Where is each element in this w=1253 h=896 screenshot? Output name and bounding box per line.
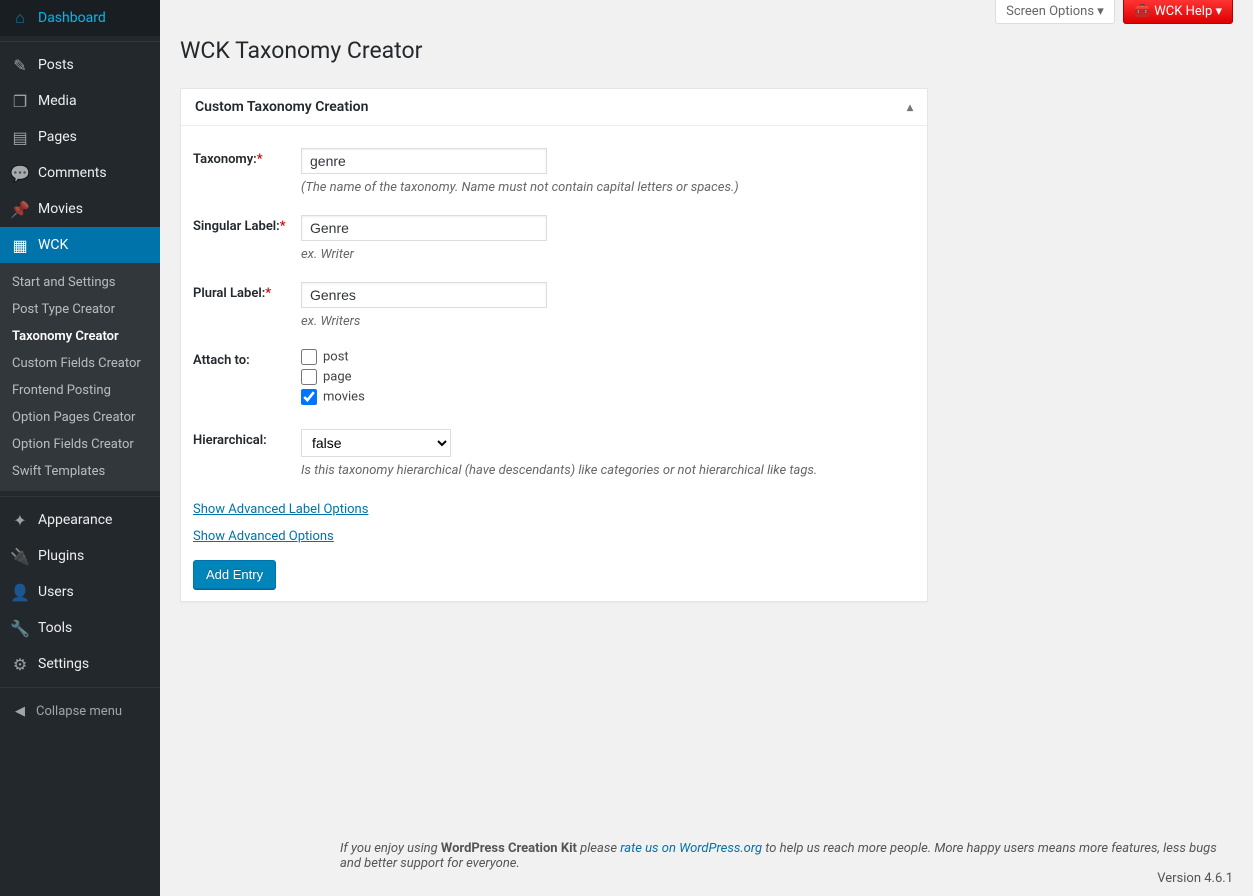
hierarchical-select[interactable]: false [301, 429, 451, 457]
plural-label-input[interactable] [301, 282, 547, 308]
sidebar-item-pages[interactable]: ▤ Pages [0, 119, 160, 155]
panel-toggle-icon[interactable]: ▴ [907, 100, 913, 114]
appearance-icon: ✦ [10, 510, 30, 530]
singular-label-label: Singular Label:* [193, 215, 301, 262]
admin-sidebar: ⌂ Dashboard ✎ Posts ❐ Media ▤ Pages 💬 Co… [0, 0, 160, 896]
plugins-icon: 🔌 [10, 546, 30, 566]
top-bar: Screen Options ▾ 🧰 WCK Help ▾ [160, 0, 1253, 28]
footer-product: WordPress Creation Kit [441, 841, 577, 856]
pages-icon: ▤ [10, 127, 30, 147]
settings-icon: ⚙ [10, 654, 30, 674]
sidebar-item-tools[interactable]: 🔧 Tools [0, 610, 160, 646]
sidebar-item-label: Users [38, 584, 74, 600]
pin-icon: 📌 [10, 199, 30, 219]
main-content: Screen Options ▾ 🧰 WCK Help ▾ WCK Taxono… [160, 0, 1253, 896]
panel-header[interactable]: Custom Taxonomy Creation ▴ [181, 89, 927, 126]
help-icon: 🧰 [1134, 4, 1150, 19]
page-title: WCK Taxonomy Creator [160, 28, 1253, 68]
submenu-swift-templates[interactable]: Swift Templates [0, 458, 160, 485]
taxonomy-label: Taxonomy:* [193, 148, 301, 195]
submenu-start-settings[interactable]: Start and Settings [0, 269, 160, 296]
show-advanced-label-options-link[interactable]: Show Advanced Label Options [193, 502, 368, 517]
media-icon: ❐ [10, 91, 30, 111]
attach-checkbox-page[interactable] [301, 369, 317, 385]
sidebar-item-movies[interactable]: 📌 Movies [0, 191, 160, 227]
taxonomy-input[interactable] [301, 148, 547, 174]
attach-to-label: Attach to: [193, 349, 301, 409]
hierarchical-label: Hierarchical: [193, 429, 301, 478]
submenu-post-type-creator[interactable]: Post Type Creator [0, 296, 160, 323]
singular-description: ex. Writer [301, 247, 915, 262]
posts-icon: ✎ [10, 55, 30, 75]
sidebar-item-wck[interactable]: ▦ WCK [0, 227, 160, 263]
users-icon: 👤 [10, 582, 30, 602]
singular-label-input[interactable] [301, 215, 547, 241]
panel-title: Custom Taxonomy Creation [195, 99, 368, 115]
hierarchical-description: Is this taxonomy hierarchical (have desc… [301, 463, 915, 478]
wck-icon: ▦ [10, 235, 30, 255]
footer-rate-link[interactable]: rate us on WordPress.org [620, 841, 762, 856]
wck-help-button[interactable]: 🧰 WCK Help ▾ [1123, 0, 1233, 24]
submenu-option-pages-creator[interactable]: Option Pages Creator [0, 404, 160, 431]
footer-prefix: If you enjoy using [340, 841, 441, 856]
sidebar-item-users[interactable]: 👤 Users [0, 574, 160, 610]
sidebar-item-settings[interactable]: ⚙ Settings [0, 646, 160, 682]
attach-checkbox-movies[interactable] [301, 389, 317, 405]
plural-label-label: Plural Label:* [193, 282, 301, 329]
custom-taxonomy-panel: Custom Taxonomy Creation ▴ Taxonomy:* (T… [180, 88, 928, 602]
sidebar-item-label: Movies [38, 201, 83, 217]
sidebar-item-label: Plugins [38, 548, 84, 564]
submenu-custom-fields-creator[interactable]: Custom Fields Creator [0, 350, 160, 377]
sidebar-item-media[interactable]: ❐ Media [0, 83, 160, 119]
taxonomy-description: (The name of the taxonomy. Name must not… [301, 180, 915, 195]
attach-option-movies[interactable]: movies [301, 389, 915, 405]
wck-submenu: Start and Settings Post Type Creator Tax… [0, 263, 160, 491]
collapse-icon: ◀ [10, 701, 30, 721]
plural-description: ex. Writers [301, 314, 915, 329]
footer: If you enjoy using WordPress Creation Ki… [340, 841, 1233, 886]
tools-icon: 🔧 [10, 618, 30, 638]
sidebar-item-label: Appearance [38, 512, 112, 528]
footer-mid: please [577, 841, 620, 856]
sidebar-item-comments[interactable]: 💬 Comments [0, 155, 160, 191]
sidebar-item-label: Dashboard [38, 10, 106, 26]
attach-option-post[interactable]: post [301, 349, 915, 365]
sidebar-item-label: Posts [38, 57, 74, 73]
sidebar-item-label: Media [38, 93, 77, 109]
sidebar-item-appearance[interactable]: ✦ Appearance [0, 502, 160, 538]
sidebar-item-label: Comments [38, 165, 107, 181]
sidebar-item-label: WCK [38, 237, 68, 253]
submenu-frontend-posting[interactable]: Frontend Posting [0, 377, 160, 404]
attach-option-page[interactable]: page [301, 369, 915, 385]
submenu-option-fields-creator[interactable]: Option Fields Creator [0, 431, 160, 458]
help-label: WCK Help ▾ [1154, 4, 1222, 19]
sidebar-item-label: Tools [38, 620, 72, 636]
sidebar-item-posts[interactable]: ✎ Posts [0, 47, 160, 83]
footer-version: Version 4.6.1 [1157, 871, 1233, 886]
sidebar-item-dashboard[interactable]: ⌂ Dashboard [0, 0, 160, 36]
sidebar-item-label: Settings [38, 656, 89, 672]
attach-checkbox-post[interactable] [301, 349, 317, 365]
sidebar-item-plugins[interactable]: 🔌 Plugins [0, 538, 160, 574]
add-entry-button[interactable]: Add Entry [193, 560, 276, 589]
collapse-menu-button[interactable]: ◀ Collapse menu [0, 693, 160, 729]
comments-icon: 💬 [10, 163, 30, 183]
submenu-taxonomy-creator[interactable]: Taxonomy Creator [0, 323, 160, 350]
screen-options-button[interactable]: Screen Options ▾ [995, 0, 1115, 24]
collapse-label: Collapse menu [36, 704, 122, 719]
dashboard-icon: ⌂ [10, 8, 30, 28]
show-advanced-options-link[interactable]: Show Advanced Options [193, 529, 915, 544]
sidebar-item-label: Pages [38, 129, 77, 145]
